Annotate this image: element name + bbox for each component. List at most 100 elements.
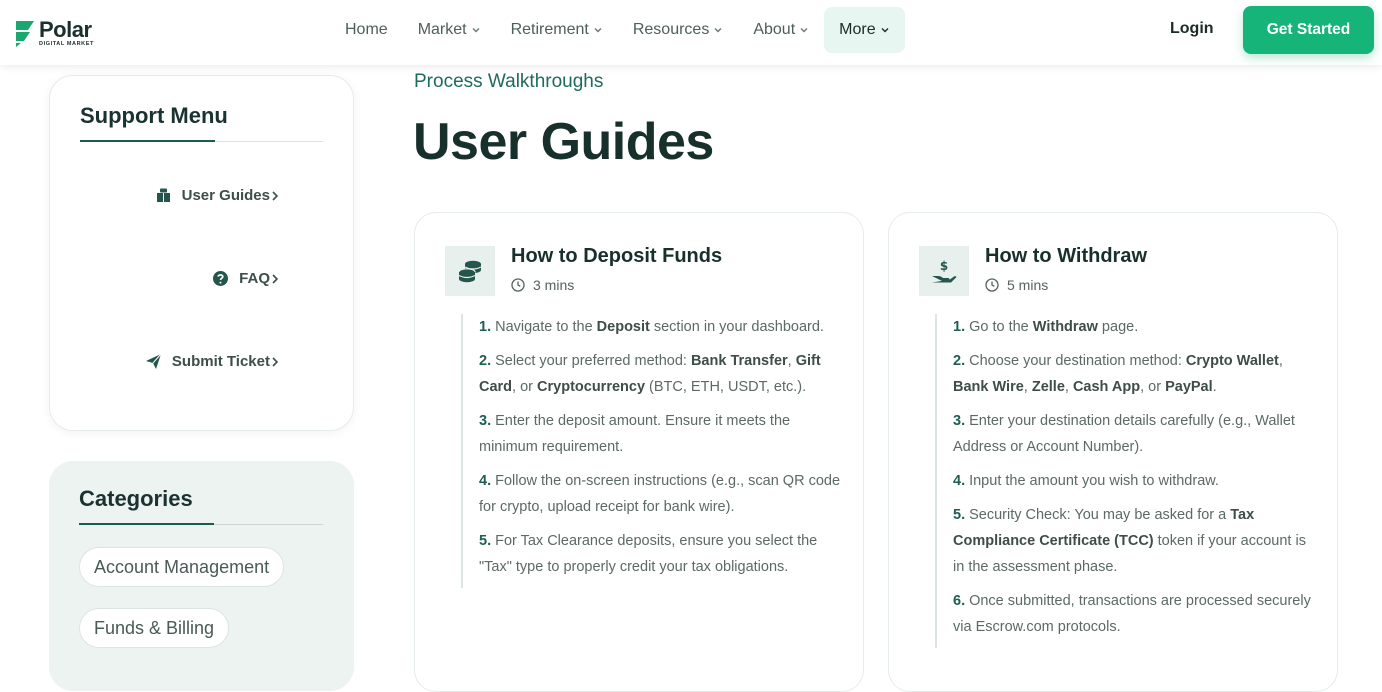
guide-duration: 3 mins bbox=[511, 277, 574, 293]
page-eyebrow: Process Walkthroughs bbox=[414, 71, 604, 92]
hand-dollar-icon: $ bbox=[932, 259, 957, 283]
step-number: 2. bbox=[479, 353, 492, 369]
coins-icon bbox=[458, 260, 482, 283]
categories-title: Categories bbox=[79, 486, 193, 511]
get-started-button[interactable]: Get Started bbox=[1243, 6, 1374, 54]
title-divider bbox=[80, 140, 323, 142]
step-text: For Tax Clearance deposits, ensure you s… bbox=[479, 533, 818, 575]
step-number: 5. bbox=[479, 533, 492, 549]
step-text: page. bbox=[1097, 319, 1139, 335]
step-text: Navigate to the bbox=[495, 319, 597, 335]
polar-logo-icon bbox=[16, 21, 34, 47]
step-emphasis: Crypto Wallet bbox=[1185, 353, 1279, 369]
step-number: 4. bbox=[479, 473, 492, 489]
guide-step: 1. Go to the Withdraw page. bbox=[953, 314, 1315, 340]
logo-word: Polar bbox=[39, 16, 92, 42]
chevron-down-icon bbox=[800, 28, 808, 33]
chevron-right-icon bbox=[272, 356, 279, 367]
logo-subtitle: DIGITAL MARKET bbox=[39, 40, 94, 47]
clock-icon bbox=[985, 278, 999, 292]
step-text: Input the amount you wish to withdraw. bbox=[969, 473, 1219, 489]
step-number: 1. bbox=[953, 319, 966, 335]
step-text: Security Check: You may be asked for a bbox=[969, 507, 1231, 523]
paper-plane-icon bbox=[145, 353, 162, 369]
guide-steps: 1. Navigate to the Deposit section in you… bbox=[461, 314, 841, 588]
sidebar-link-user-guides[interactable]: User Guides bbox=[155, 187, 279, 204]
nav-home[interactable]: Home bbox=[330, 7, 403, 53]
step-number: 3. bbox=[953, 413, 966, 429]
guide-step: 2. Select your preferred method: Bank Tra… bbox=[479, 348, 841, 400]
guide-step: 5. Security Check: You may be asked for a… bbox=[953, 502, 1315, 580]
step-text: Enter your destination details carefully… bbox=[953, 413, 1295, 455]
nav-market[interactable]: Market bbox=[403, 7, 496, 53]
svg-text:$: $ bbox=[940, 259, 948, 273]
step-text: Once submitted, transactions are process… bbox=[953, 593, 1311, 635]
step-number: 5. bbox=[953, 507, 966, 523]
chevron-right-icon bbox=[272, 273, 279, 284]
clock-icon bbox=[511, 278, 525, 292]
step-text: , bbox=[1064, 379, 1073, 395]
step-emphasis: Cash App bbox=[1072, 379, 1141, 395]
step-text: , bbox=[1278, 353, 1283, 369]
guide-step: 5. For Tax Clearance deposits, ensure you… bbox=[479, 528, 841, 580]
nav-retirement[interactable]: Retirement bbox=[496, 7, 618, 53]
book-icon bbox=[156, 188, 170, 202]
step-emphasis: Zelle bbox=[1031, 379, 1065, 395]
chevron-down-icon bbox=[472, 28, 480, 33]
step-emphasis: Withdraw bbox=[1032, 319, 1098, 335]
step-emphasis: Bank Transfer bbox=[690, 353, 788, 369]
step-emphasis: Bank Wire bbox=[953, 379, 1024, 395]
step-text: , bbox=[787, 353, 796, 369]
guide-step: 3. Enter your destination details careful… bbox=[953, 408, 1315, 460]
step-text: Select your preferred method: bbox=[495, 353, 691, 369]
step-emphasis: PayPal bbox=[1165, 379, 1213, 395]
site-header: Polar DIGITAL MARKET Home Market Retirem… bbox=[0, 0, 1382, 65]
guide-step: 4. Input the amount you wish to withdraw. bbox=[953, 468, 1315, 494]
page-title: User Guides bbox=[413, 113, 714, 171]
guide-duration: 5 mins bbox=[985, 277, 1048, 293]
sidebar-link-faq[interactable]: FAQ bbox=[212, 270, 279, 287]
step-text: Go to the bbox=[969, 319, 1033, 335]
login-link[interactable]: Login bbox=[1170, 20, 1214, 38]
nav-resources[interactable]: Resources bbox=[618, 7, 738, 53]
guide-title: How to Deposit Funds bbox=[511, 245, 723, 267]
support-menu-title: Support Menu bbox=[80, 103, 228, 128]
step-text: , or bbox=[1140, 379, 1166, 395]
guide-step: 1. Navigate to the Deposit section in you… bbox=[479, 314, 841, 340]
guide-step: 2. Choose your destination method: Crypto… bbox=[953, 348, 1315, 400]
step-number: 4. bbox=[953, 473, 966, 489]
guide-step: 6. Once submitted, transactions are proce… bbox=[953, 588, 1315, 640]
category-chip-funds-billing[interactable]: Funds & Billing bbox=[79, 608, 230, 648]
category-chip-account-management[interactable]: Account Management bbox=[79, 547, 285, 587]
nav-about[interactable]: About bbox=[738, 7, 824, 53]
step-text: , bbox=[1023, 379, 1032, 395]
title-divider bbox=[79, 523, 323, 525]
categories-card: Categories Account Management Funds & Bi… bbox=[49, 461, 354, 691]
step-text: Follow the on-screen instructions (e.g.,… bbox=[479, 473, 841, 515]
logo[interactable]: Polar DIGITAL MARKET bbox=[14, 18, 104, 48]
step-text: Choose your destination method: bbox=[969, 353, 1186, 369]
guide-card-withdraw: $ How to Withdraw 5 mins 1. Go to the Wit… bbox=[888, 212, 1338, 692]
step-number: 6. bbox=[953, 593, 966, 609]
step-number: 3. bbox=[479, 413, 492, 429]
guide-card-deposit: How to Deposit Funds 3 mins 1. Navigate t… bbox=[414, 212, 864, 692]
step-text: . bbox=[1212, 379, 1217, 395]
step-emphasis: Deposit bbox=[596, 319, 650, 335]
chevron-down-icon bbox=[881, 28, 889, 33]
guide-step: 4. Follow the on-screen instructions (e.g… bbox=[479, 468, 841, 520]
step-text: , or bbox=[512, 379, 538, 395]
nav-more[interactable]: More bbox=[824, 7, 905, 53]
step-text: section in your dashboard. bbox=[649, 319, 824, 335]
guide-title: How to Withdraw bbox=[985, 245, 1148, 267]
step-emphasis: Cryptocurrency bbox=[537, 379, 646, 395]
support-menu-card: Support Menu User Guides FAQ Submit Tick… bbox=[49, 75, 354, 431]
guide-step: 3. Enter the deposit amount. Ensure it me… bbox=[479, 408, 841, 460]
step-text: (BTC, ETH, USDT, etc.). bbox=[645, 379, 807, 395]
main-nav: Home Market Retirement Resources About M… bbox=[330, 7, 905, 53]
question-circle-icon bbox=[213, 271, 229, 286]
guide-steps: 1. Go to the Withdraw page. 2. Choose your … bbox=[935, 314, 1315, 648]
step-text: Enter the deposit amount. Ensure it meet… bbox=[479, 413, 791, 455]
chevron-right-icon bbox=[272, 190, 279, 201]
chevron-down-icon bbox=[594, 28, 602, 33]
sidebar-link-submit-ticket[interactable]: Submit Ticket bbox=[145, 353, 279, 370]
